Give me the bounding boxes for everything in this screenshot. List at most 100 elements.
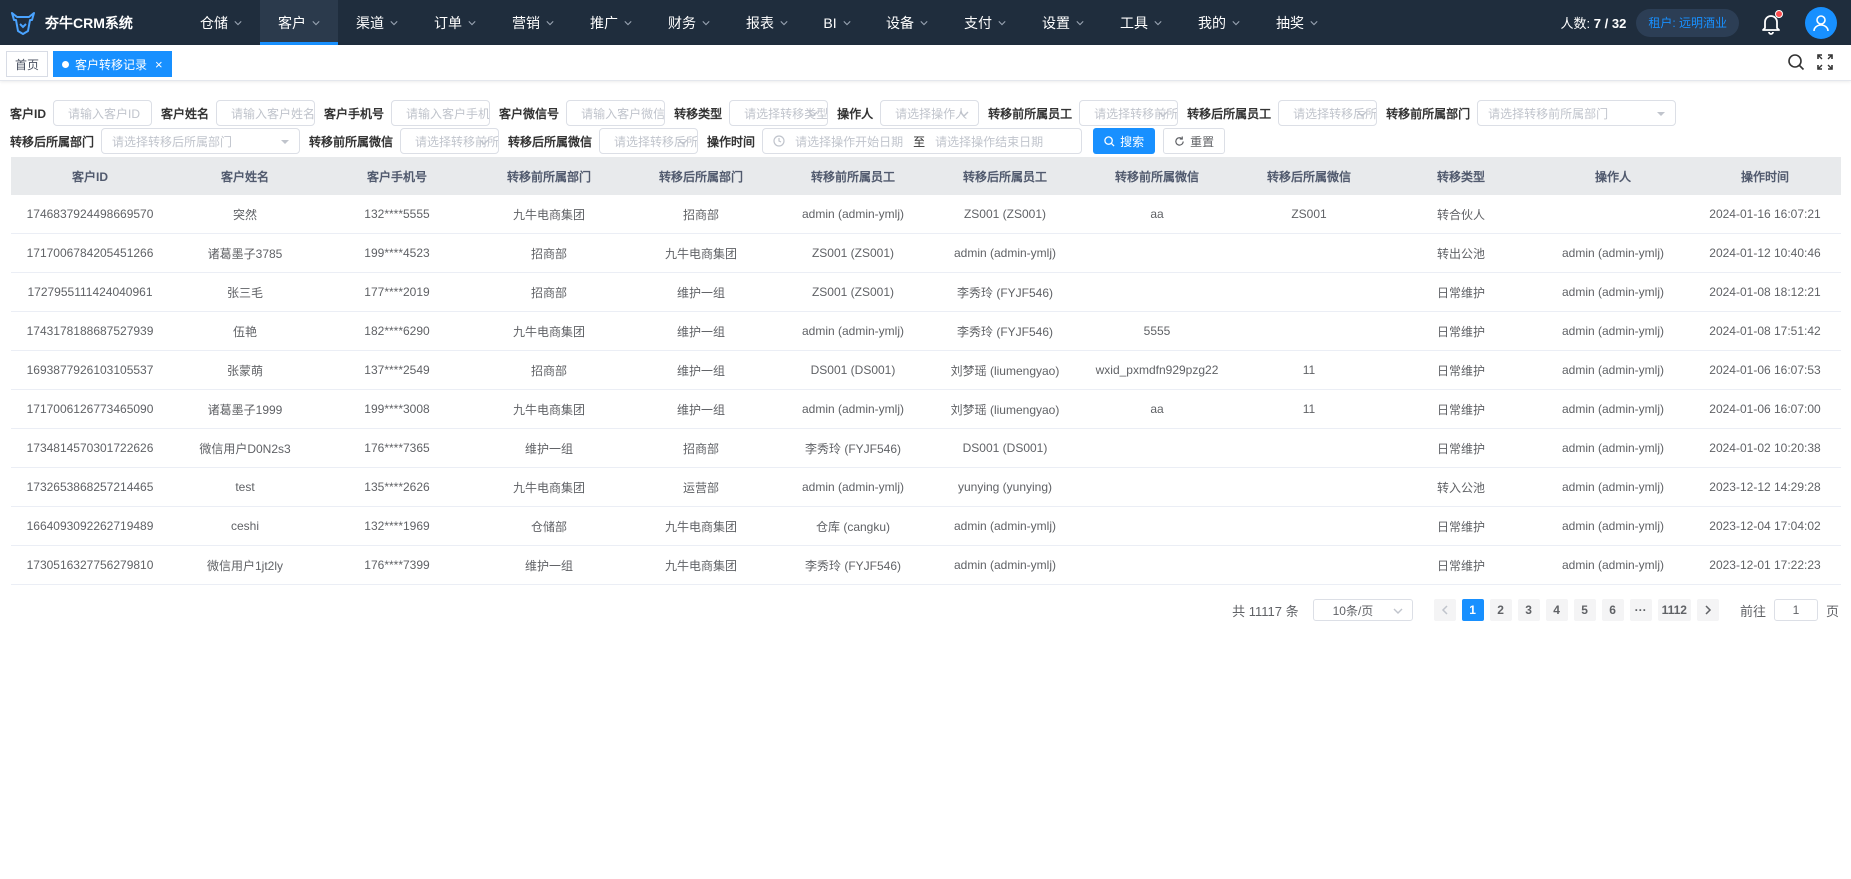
- table-cell: 转出公池: [1436, 246, 1485, 261]
- table-cell: 1746837924498669570: [26, 207, 154, 221]
- table-row[interactable]: 1743178188687527939 伍艳 182****6290 九牛电商集团 维护…: [11, 312, 1841, 351]
- table-row[interactable]: 1727955111424040961 张三毛 177****2019 招商部 维护一组…: [11, 273, 1841, 312]
- bull-logo-icon: [11, 11, 35, 35]
- nav-item-5[interactable]: 推广: [572, 0, 650, 45]
- goto-page-input[interactable]: 1: [1773, 599, 1818, 621]
- page-button[interactable]: 1: [1461, 599, 1484, 621]
- table-cell: admin (admin-ymlj): [953, 246, 1057, 260]
- table-cell: 招商部: [682, 441, 719, 456]
- customer-wechat-input[interactable]: 请输入客户微信号: [566, 100, 666, 126]
- nav-item-7[interactable]: 报表: [728, 0, 806, 45]
- table-row[interactable]: 1717006784205451266 诸葛墨子3785 199****4523 招商…: [11, 234, 1841, 273]
- table-cell: 微信用户1jt2ly: [206, 558, 283, 573]
- customer-name-input[interactable]: 请输入客户姓名: [216, 100, 316, 126]
- table-cell: DS001 (DS001): [810, 363, 896, 377]
- tag-home[interactable]: 首页: [6, 51, 49, 77]
- table-cell: ceshi: [230, 519, 259, 533]
- table-cell: ZS001 (ZS001): [811, 285, 895, 299]
- table-cell: 突然: [232, 207, 257, 222]
- nav-item-label: 我的: [1198, 14, 1226, 31]
- page-button[interactable]: 3: [1517, 599, 1540, 621]
- table-row[interactable]: 1730516327756279810 微信用户1jt2ly 176****7399…: [11, 546, 1841, 585]
- table-cell: 日常维护: [1436, 519, 1485, 534]
- table-cell: 2024-01-08 17:51:42: [1709, 324, 1821, 338]
- column-header: 操作时间: [1740, 169, 1789, 184]
- page-size-select[interactable]: 10条/页: [1312, 599, 1413, 621]
- search-icon[interactable]: [1787, 53, 1805, 71]
- top-navbar: 夯牛CRM系统 仓储 客户 渠道 订单 营销 推广 财务 报表 BI 设备 支付 设置 工具 我的 抽奖 人…: [0, 0, 1851, 45]
- table-cell: admin (admin-ymlj): [1561, 402, 1665, 416]
- page-button[interactable]: 5: [1573, 599, 1596, 621]
- next-page-button[interactable]: [1696, 599, 1719, 621]
- page-button[interactable]: 2: [1489, 599, 1512, 621]
- user-avatar-icon[interactable]: [1805, 6, 1837, 39]
- nav-item-label: 推广: [590, 14, 618, 31]
- nav-item-11[interactable]: 设置: [1024, 0, 1102, 45]
- tenant-badge[interactable]: 租户: 远明酒业: [1636, 8, 1739, 37]
- before-staff-select[interactable]: 请选择转移前所属员工: [1079, 100, 1179, 126]
- chevron-down-icon: [998, 20, 1006, 25]
- fullscreen-icon[interactable]: [1817, 54, 1833, 70]
- table-cell: 135****2626: [364, 480, 430, 494]
- notification-bell-icon[interactable]: [1759, 9, 1783, 35]
- table-cell: 转入公池: [1436, 480, 1485, 495]
- table-cell: 日常维护: [1436, 324, 1485, 339]
- page-button[interactable]: 4: [1545, 599, 1568, 621]
- table-cell: 2023-12-04 17:04:02: [1709, 519, 1821, 533]
- nav-item-label: 工具: [1120, 14, 1148, 31]
- end-date-placeholder[interactable]: 请选择操作结束日期: [935, 133, 1043, 150]
- after-staff-select[interactable]: 请选择转移后所属员工: [1278, 100, 1378, 126]
- after-dept-select[interactable]: 请选择转移后所属部门: [101, 128, 301, 154]
- table-cell: 诸葛墨子1999: [207, 402, 283, 417]
- after-wechat-select[interactable]: 请选择转移后所属微信: [599, 128, 699, 154]
- customer-id-input[interactable]: 请输入客户ID: [53, 100, 153, 126]
- brand[interactable]: 夯牛CRM系统: [0, 11, 182, 35]
- operator-select[interactable]: 请选择操作人: [880, 100, 980, 126]
- nav-item-10[interactable]: 支付: [946, 0, 1024, 45]
- nav-item-3[interactable]: 订单: [416, 0, 494, 45]
- table-cell: 九牛电商集团: [512, 480, 585, 495]
- nav-item-0[interactable]: 仓储: [182, 0, 260, 45]
- customer-phone-input[interactable]: 请输入客户手机号: [391, 100, 491, 126]
- table-cell: 日常维护: [1436, 285, 1485, 300]
- table-cell: 11: [1302, 363, 1316, 377]
- prev-page-button[interactable]: [1433, 599, 1456, 621]
- table-row[interactable]: 1717006126773465090 诸葛墨子1999 199****3008 九牛…: [11, 390, 1841, 429]
- table-row[interactable]: 1732653868257214465 test 135****2626 九牛电商集团…: [11, 468, 1841, 507]
- page-button[interactable]: 1112: [1657, 599, 1691, 621]
- search-button[interactable]: 搜索: [1093, 128, 1156, 154]
- nav-item-2[interactable]: 渠道: [338, 0, 416, 45]
- table-row[interactable]: 1664093092262719489 ceshi 132****1969 仓储部 九牛…: [11, 507, 1841, 546]
- table-cell: yunying (yunying): [957, 480, 1053, 494]
- nav-item-1[interactable]: 客户: [260, 0, 338, 45]
- label-after-staff: 转移后所属员工: [1187, 106, 1272, 121]
- reset-button[interactable]: 重置: [1163, 128, 1226, 154]
- chevron-down-icon: [624, 20, 632, 25]
- nav-item-8[interactable]: BI: [806, 0, 868, 45]
- before-dept-select[interactable]: 请选择转移前所属部门: [1477, 100, 1677, 126]
- table-row[interactable]: 1693877926103105537 张蒙萌 137****2549 招商部 维护一组…: [11, 351, 1841, 390]
- nav-item-9[interactable]: 设备: [868, 0, 946, 45]
- nav-item-4[interactable]: 营销: [494, 0, 572, 45]
- table-row[interactable]: 1746837924498669570 突然 132****5555 九牛电商集团 招商…: [11, 195, 1841, 234]
- close-icon[interactable]: ×: [155, 57, 163, 72]
- nav-item-12[interactable]: 工具: [1102, 0, 1180, 45]
- nav-item-6[interactable]: 财务: [650, 0, 728, 45]
- nav-item-13[interactable]: 我的: [1180, 0, 1258, 45]
- table-cell: 九牛电商集团: [512, 402, 585, 417]
- before-wechat-select[interactable]: 请选择转移前所属微信: [400, 128, 500, 154]
- transfer-type-select[interactable]: 请选择转移类型: [729, 100, 829, 126]
- nav-item-14[interactable]: 抽奖: [1258, 0, 1336, 45]
- table-cell: 张三毛: [226, 285, 263, 300]
- table-row[interactable]: 1734814570301722626 微信用户D0N2s3 176****7365…: [11, 429, 1841, 468]
- chevron-left-icon: [1441, 605, 1448, 615]
- table-cell: 招商部: [530, 363, 567, 378]
- tag-customer-transfer[interactable]: 客户转移记录 ×: [53, 51, 172, 77]
- table-cell: 199****4523: [364, 246, 430, 260]
- table-cell: admin (admin-ymlj): [1561, 519, 1665, 533]
- table-cell: 刘梦瑶 (liumengyao): [950, 402, 1060, 417]
- op-time-range[interactable]: 请选择操作开始日期 至 请选择操作结束日期: [762, 128, 1083, 154]
- start-date-placeholder[interactable]: 请选择操作开始日期: [795, 133, 903, 150]
- more-pages-button[interactable]: ···: [1629, 599, 1652, 621]
- page-button[interactable]: 6: [1601, 599, 1624, 621]
